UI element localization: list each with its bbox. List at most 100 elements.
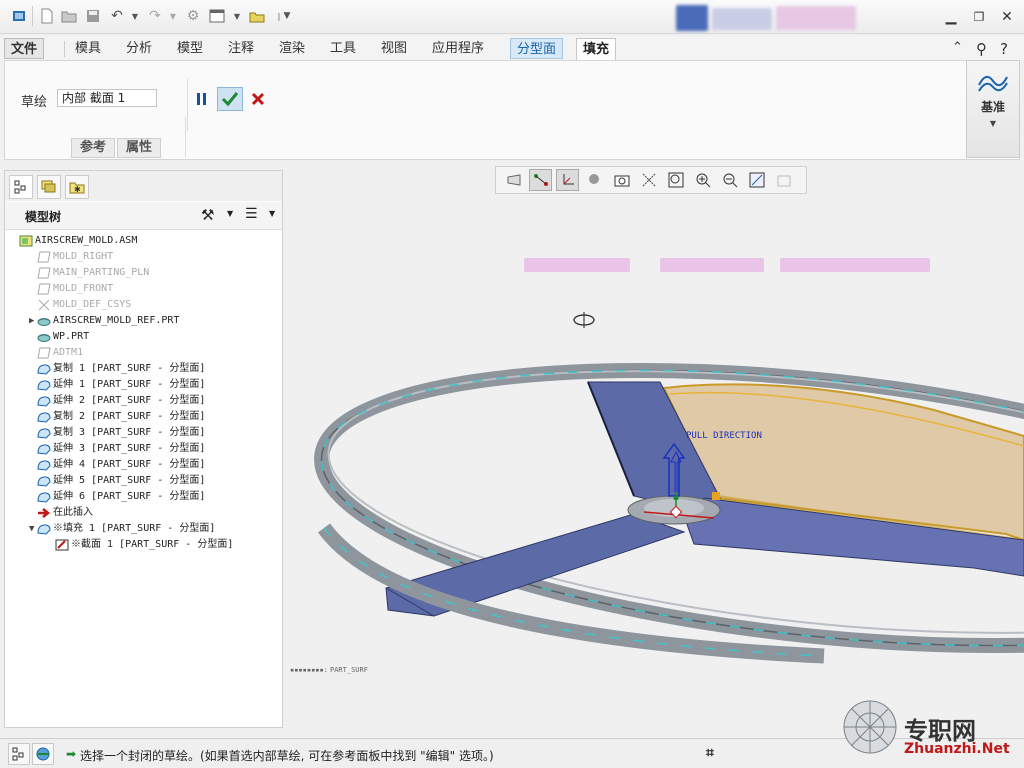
- surface-icon: [37, 491, 51, 503]
- new-file-icon[interactable]: [38, 7, 56, 25]
- graphics-window[interactable]: PULL DIRECTION ▪▪▪▪▪▪▪▪: PART_SURF: [284, 196, 1024, 736]
- search-icon[interactable]: ⚲: [976, 40, 987, 58]
- surface-icon: [37, 443, 51, 455]
- regenerate-icon[interactable]: ⚙: [184, 7, 202, 25]
- title-bar: ↶ ▼ ↷ ▼ ⚙ ▼ | ▼ ▁ ❐ ✕: [0, 0, 1024, 34]
- surface-icon: [37, 363, 51, 375]
- tree-item-label: MOLD_FRONT: [53, 283, 114, 294]
- tree-item-label: MOLD_RIGHT: [53, 251, 114, 262]
- show-dropdown-icon[interactable]: ▼: [269, 209, 275, 218]
- tab-analysis[interactable]: 分析: [120, 38, 158, 59]
- tab-view[interactable]: 视图: [375, 38, 413, 59]
- ribbon-tab-bar: 文件 模具 分析 模型 注释 渲染 工具 视图 应用程序 分型面 填充 ⌃ ⚲ …: [0, 36, 1024, 61]
- tree-settings-dropdown-icon[interactable]: ▼: [227, 209, 233, 218]
- show-navigator-icon[interactable]: [8, 743, 30, 765]
- surface-icon: [37, 427, 51, 439]
- close-window-icon[interactable]: [248, 7, 266, 25]
- save-icon[interactable]: [84, 7, 102, 25]
- restore-icon[interactable]: ❐: [970, 8, 988, 26]
- blurred-title-block: [676, 5, 708, 31]
- undo-icon[interactable]: ↶: [108, 7, 126, 25]
- minimize-icon[interactable]: ▁: [942, 8, 960, 26]
- show-browser-icon[interactable]: [32, 743, 54, 765]
- ribbon-separator: [187, 79, 188, 131]
- tree-item-label: ※截面 1 [PART_SURF - 分型面]: [71, 539, 234, 550]
- tab-file[interactable]: 文件: [4, 38, 45, 59]
- sketch-icon: [55, 539, 69, 551]
- tab-properties[interactable]: 属性: [117, 138, 161, 158]
- cancel-button[interactable]: [245, 87, 271, 111]
- show-icon[interactable]: ☰: [245, 206, 258, 222]
- blurred-overlay: [524, 258, 630, 272]
- refit-icon[interactable]: [502, 169, 525, 191]
- windows-icon[interactable]: [208, 7, 226, 25]
- tree-item-label: 复制 3 [PART_SURF - 分型面]: [53, 427, 206, 438]
- sketch-label: 草绘: [21, 95, 48, 110]
- tree-item-label: 复制 1 [PART_SURF - 分型面]: [53, 363, 206, 374]
- zoom-window-icon[interactable]: [664, 169, 687, 191]
- layer-tree-tab-icon[interactable]: [37, 175, 61, 199]
- open-folder-icon[interactable]: [60, 7, 78, 25]
- windows-dropdown-icon[interactable]: ▼: [228, 7, 246, 25]
- tree-item-label: 延伸 3 [PART_SURF - 分型面]: [53, 443, 206, 454]
- csys-icon: [37, 299, 51, 311]
- annotation-display-icon[interactable]: [772, 169, 795, 191]
- repaint-icon[interactable]: [745, 169, 768, 191]
- selection-filter-icon[interactable]: ⌗: [706, 745, 714, 761]
- tab-model[interactable]: 模型: [171, 38, 209, 59]
- datum-plane-icon: [37, 267, 51, 279]
- expand-icon[interactable]: ▶: [29, 313, 34, 329]
- datum-group[interactable]: 基准 ▼: [966, 60, 1020, 158]
- ribbon-separator: [185, 117, 186, 157]
- collapse-icon[interactable]: ▼: [29, 521, 34, 537]
- tab-references[interactable]: 参考: [71, 138, 115, 158]
- display-style-icon[interactable]: [637, 169, 660, 191]
- csys-display-icon[interactable]: [556, 169, 579, 191]
- zoom-in-icon[interactable]: [691, 169, 714, 191]
- surface-icon: [37, 379, 51, 391]
- part-icon: [37, 331, 51, 343]
- blurred-overlay: [660, 258, 764, 272]
- datum-dropdown-icon[interactable]: ▼: [967, 119, 1019, 128]
- close-icon[interactable]: ✕: [998, 8, 1016, 26]
- saved-views-icon[interactable]: [610, 169, 633, 191]
- favorites-tab-icon[interactable]: ✱: [65, 175, 89, 199]
- redo-dropdown-icon[interactable]: ▼: [164, 7, 182, 25]
- spin-center-icon[interactable]: [583, 169, 606, 191]
- tab-parting-surface[interactable]: 分型面: [510, 38, 564, 59]
- watermark-url: Zhuanzhi.Net: [904, 741, 1010, 757]
- model-canvas: PULL DIRECTION ▪▪▪▪▪▪▪▪: PART_SURF: [290, 258, 1024, 674]
- datum-plane-icon: [37, 347, 51, 359]
- assembly-icon: [19, 235, 33, 247]
- datum-plane-icon: [37, 251, 51, 263]
- tab-mold[interactable]: 模具: [69, 38, 107, 59]
- datum-display-icon[interactable]: [529, 169, 552, 191]
- collapse-ribbon-icon[interactable]: ⌃: [952, 40, 963, 55]
- customize-toolbar-icon[interactable]: ▼: [278, 7, 296, 25]
- graphics-toolbar: [495, 166, 807, 194]
- help-icon[interactable]: ?: [1000, 40, 1008, 58]
- pause-button[interactable]: [189, 87, 215, 111]
- tree-settings-icon[interactable]: ⚒: [201, 206, 214, 224]
- tree-item-label: MAIN_PARTING_PLN: [53, 267, 150, 278]
- surface-icon: [37, 523, 51, 535]
- tree-item-label: 延伸 1 [PART_SURF - 分型面]: [53, 379, 206, 390]
- tab-applications[interactable]: 应用程序: [426, 38, 490, 59]
- layer-label-prefix: ▪▪▪▪▪▪▪▪:: [290, 666, 328, 674]
- tab-render[interactable]: 渲染: [273, 38, 311, 59]
- tree-item-label: 延伸 2 [PART_SURF - 分型面]: [53, 395, 206, 406]
- surface-icon: [37, 411, 51, 423]
- apply-button[interactable]: [217, 87, 243, 111]
- tab-tools[interactable]: 工具: [324, 38, 362, 59]
- surface-icon: [37, 475, 51, 487]
- tree-item-label: ※填充 1 [PART_SURF - 分型面]: [53, 523, 216, 534]
- redo-icon[interactable]: ↷: [146, 7, 164, 25]
- model-tree-header: 模型树 ⚒ ▼ ☰ ▼: [5, 202, 282, 230]
- model-tree-tab-icon[interactable]: [9, 175, 33, 199]
- tree-item-label: AIRSCREW_MOLD_REF.PRT: [53, 315, 180, 326]
- zoom-out-icon[interactable]: [718, 169, 741, 191]
- tab-annotate[interactable]: 注释: [222, 38, 260, 59]
- tab-fill[interactable]: 填充: [576, 38, 617, 61]
- undo-dropdown-icon[interactable]: ▼: [126, 7, 144, 25]
- sketch-collector[interactable]: 内部 截面 1: [57, 89, 157, 107]
